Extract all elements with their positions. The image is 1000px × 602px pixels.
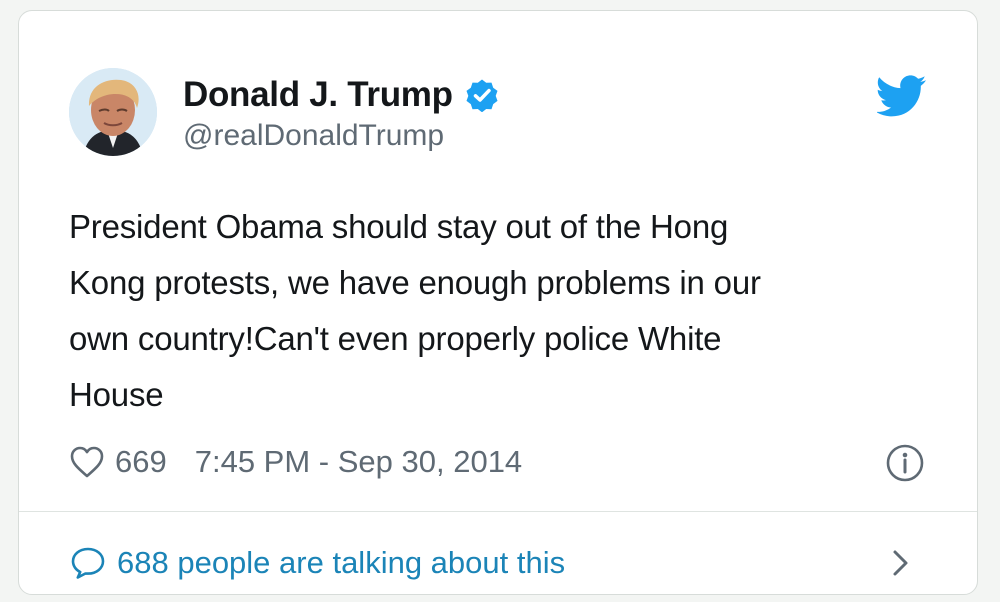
twitter-bird-icon[interactable] (877, 75, 927, 117)
heart-icon[interactable] (69, 445, 105, 479)
tweet-body: President Obama should stay out of the H… (69, 208, 761, 413)
avatar-portrait (69, 68, 157, 156)
verified-badge-icon (465, 78, 499, 112)
info-icon[interactable] (885, 443, 925, 483)
chevron-right-icon[interactable] (885, 543, 915, 583)
card-divider (19, 511, 977, 512)
conversation-link[interactable]: 688 people are talking about this (69, 541, 565, 585)
author-display-name[interactable]: Donald J. Trump (183, 75, 453, 115)
tweet-timestamp[interactable]: 7:45 PM - Sep 30, 2014 (195, 444, 522, 480)
conversation-link-label[interactable]: 688 people are talking about this (117, 545, 565, 581)
tweet-card: Donald J. Trump @realDonaldTrump Preside… (18, 10, 978, 595)
tweet-meta-row: 669 7:45 PM - Sep 30, 2014 (69, 441, 522, 483)
author-handle[interactable]: @realDonaldTrump (183, 119, 444, 153)
screenshot-page: Donald J. Trump @realDonaldTrump Preside… (0, 0, 1000, 602)
avatar[interactable] (69, 68, 157, 156)
like-count[interactable]: 669 (115, 444, 167, 480)
author-row: Donald J. Trump (183, 71, 499, 119)
speech-bubble-icon (69, 545, 107, 581)
